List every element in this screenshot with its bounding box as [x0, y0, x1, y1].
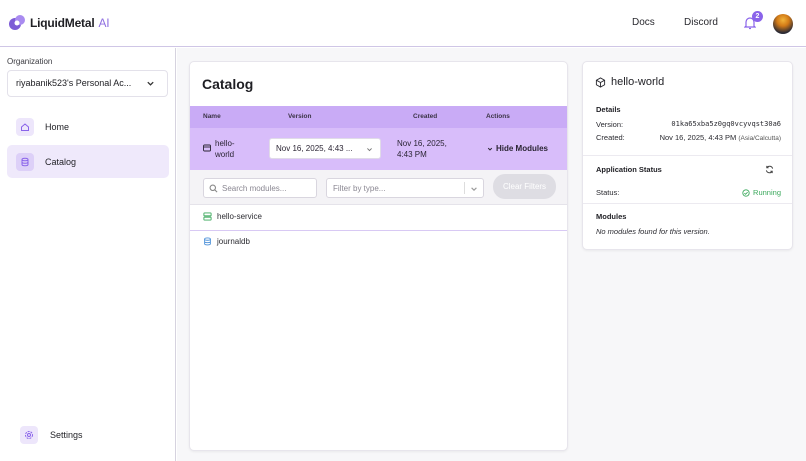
divider	[583, 203, 792, 204]
chevron-down-icon	[471, 187, 477, 191]
logo-icon	[9, 15, 25, 30]
sidebar-item-label: Settings	[50, 430, 83, 440]
user-avatar[interactable]	[773, 14, 793, 34]
catalog-panel: Catalog Name Version Created Actions hel…	[189, 61, 568, 451]
sidebar-item-label: Home	[45, 121, 70, 132]
created-date: Nov 16, 2025, 4:43 PM	[397, 139, 447, 159]
list-item[interactable]: hello-service	[203, 212, 262, 221]
module-name: journaldb	[217, 237, 250, 246]
check-circle-icon	[742, 188, 750, 197]
chevron-down-icon	[487, 147, 493, 151]
app-name: hello- world	[215, 139, 235, 159]
table-row[interactable]: hello- world Nov 16, 2025, 4:43 ... Nov …	[190, 128, 567, 170]
database-icon	[16, 152, 34, 171]
search-icon	[209, 184, 218, 193]
database-icon	[204, 237, 211, 246]
version-select[interactable]: Nov 16, 2025, 4:43 ...	[269, 138, 381, 159]
created-row: Created: Nov 16, 2025, 4:43 PM (Asia/Cal…	[596, 133, 781, 142]
brand-logo[interactable]: LiquidMetal AI	[8, 14, 110, 32]
hide-modules-button[interactable]: Hide Modules	[487, 144, 548, 153]
home-icon	[16, 117, 34, 136]
sidebar-item-home[interactable]: Home	[7, 110, 169, 143]
table-header: Name Version Created Actions	[190, 106, 567, 128]
details-heading: Details	[596, 105, 621, 114]
version-select-value: Nov 16, 2025, 4:43 ...	[276, 144, 353, 153]
sidebar-item-label: Catalog	[45, 156, 77, 167]
created-value: Nov 16, 2025, 4:43 PM (Asia/Calcutta)	[659, 133, 781, 142]
refresh-icon[interactable]	[765, 165, 774, 174]
brand-name: LiquidMetal	[30, 16, 95, 30]
chevron-down-icon	[147, 81, 154, 86]
chevron-down-icon	[367, 148, 372, 152]
app-detail-panel: hello-world Details Version: 01ka65xba5z…	[582, 61, 793, 250]
status-badge: Running	[742, 188, 781, 197]
sidebar-item-catalog[interactable]: Catalog	[7, 145, 169, 178]
clear-filters-button[interactable]: Clear Filters	[493, 174, 556, 199]
column-header-actions: Actions	[486, 113, 510, 120]
status-heading: Application Status	[596, 165, 662, 174]
nav-docs-link[interactable]: Docs	[632, 17, 655, 28]
page-title: Catalog	[202, 76, 254, 92]
top-bar: LiquidMetal AI Docs Discord 2	[0, 0, 806, 47]
detail-title: hello-world	[595, 76, 664, 88]
divider	[583, 155, 792, 156]
status-row: Status: Running	[596, 188, 781, 197]
divider	[190, 230, 567, 231]
modules-heading: Modules	[596, 212, 627, 221]
notification-badge: 2	[752, 11, 763, 22]
org-select[interactable]: riyabanik523's Personal Ac...	[7, 70, 168, 97]
nav-discord-link[interactable]: Discord	[684, 17, 718, 28]
org-select-value: riyabanik523's Personal Ac...	[16, 78, 132, 88]
service-icon	[203, 212, 212, 221]
version-row: Version: 01ka65xba5z0gq0vcyvqst30a6	[596, 120, 781, 129]
gear-icon	[20, 426, 38, 444]
brand-suffix: AI	[98, 16, 110, 30]
column-header-version: Version	[288, 113, 312, 120]
app-icon	[203, 144, 211, 152]
sidebar-item-settings[interactable]: Settings	[20, 426, 83, 444]
modules-empty-text: No modules found for this version.	[596, 227, 710, 236]
column-header-name: Name	[203, 113, 221, 120]
type-filter-select[interactable]: Filter by type...	[326, 178, 484, 198]
module-filters: Search modules... Filter by type... Clea…	[190, 170, 567, 205]
column-header-created: Created	[413, 113, 438, 120]
cube-icon	[595, 76, 606, 88]
list-item[interactable]: journaldb	[203, 237, 250, 246]
sidebar: Organization riyabanik523's Personal Ac.…	[0, 48, 176, 461]
module-name: hello-service	[217, 212, 262, 221]
org-label: Organization	[7, 57, 53, 66]
search-input[interactable]: Search modules...	[203, 178, 317, 198]
version-value: 01ka65xba5z0gq0vcyvqst30a6	[671, 120, 781, 128]
